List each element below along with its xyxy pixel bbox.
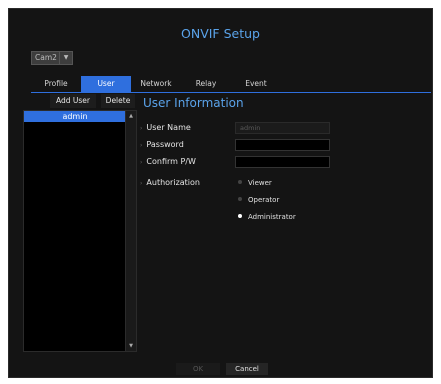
password-label: › Password — [140, 140, 184, 149]
bullet-icon: › — [140, 142, 143, 149]
bullet-icon: › — [140, 125, 143, 132]
authorization-label: › Authorization — [140, 178, 200, 187]
add-user-button[interactable]: Add User — [50, 94, 96, 108]
user-list: admin ▲ ▼ — [23, 110, 137, 352]
tab-network[interactable]: Network — [131, 76, 181, 92]
tab-bar: Profile User Network Relay Event — [31, 76, 281, 92]
auth-viewer-radio[interactable]: Viewer — [238, 178, 272, 188]
password-field[interactable] — [235, 139, 330, 151]
radio-off-icon — [238, 180, 242, 184]
radio-off-icon — [238, 197, 242, 201]
cancel-button[interactable]: Cancel — [226, 363, 268, 375]
scroll-down-icon[interactable]: ▼ — [126, 341, 136, 351]
tab-event[interactable]: Event — [231, 76, 281, 92]
list-item[interactable]: admin — [24, 111, 126, 122]
chevron-down-icon: ▼ — [59, 52, 72, 64]
delete-user-button[interactable]: Delete — [101, 94, 135, 108]
scroll-up-icon[interactable]: ▲ — [126, 111, 136, 121]
section-title: User Information — [143, 96, 244, 110]
dialog-title: ONVIF Setup — [181, 26, 260, 41]
auth-operator-radio[interactable]: Operator — [238, 195, 279, 205]
camera-select[interactable]: Cam2 ▼ — [31, 51, 73, 65]
tab-underline — [31, 92, 431, 93]
user-list-scrollbar[interactable]: ▲ ▼ — [125, 111, 136, 351]
ok-button[interactable]: OK — [176, 363, 220, 375]
camera-select-value: Cam2 — [35, 53, 57, 62]
user-name-label: › User Name — [140, 123, 191, 132]
user-name-field: admin — [235, 122, 330, 134]
tab-profile[interactable]: Profile — [31, 76, 81, 92]
confirm-password-field[interactable] — [235, 156, 330, 168]
radio-on-icon — [238, 214, 242, 218]
tab-user[interactable]: User — [81, 76, 131, 92]
auth-administrator-radio[interactable]: Administrator — [238, 212, 296, 222]
tab-relay[interactable]: Relay — [181, 76, 231, 92]
confirm-password-label: › Confirm P/W — [140, 157, 196, 166]
bullet-icon: › — [140, 159, 143, 166]
bullet-icon: › — [140, 180, 143, 187]
